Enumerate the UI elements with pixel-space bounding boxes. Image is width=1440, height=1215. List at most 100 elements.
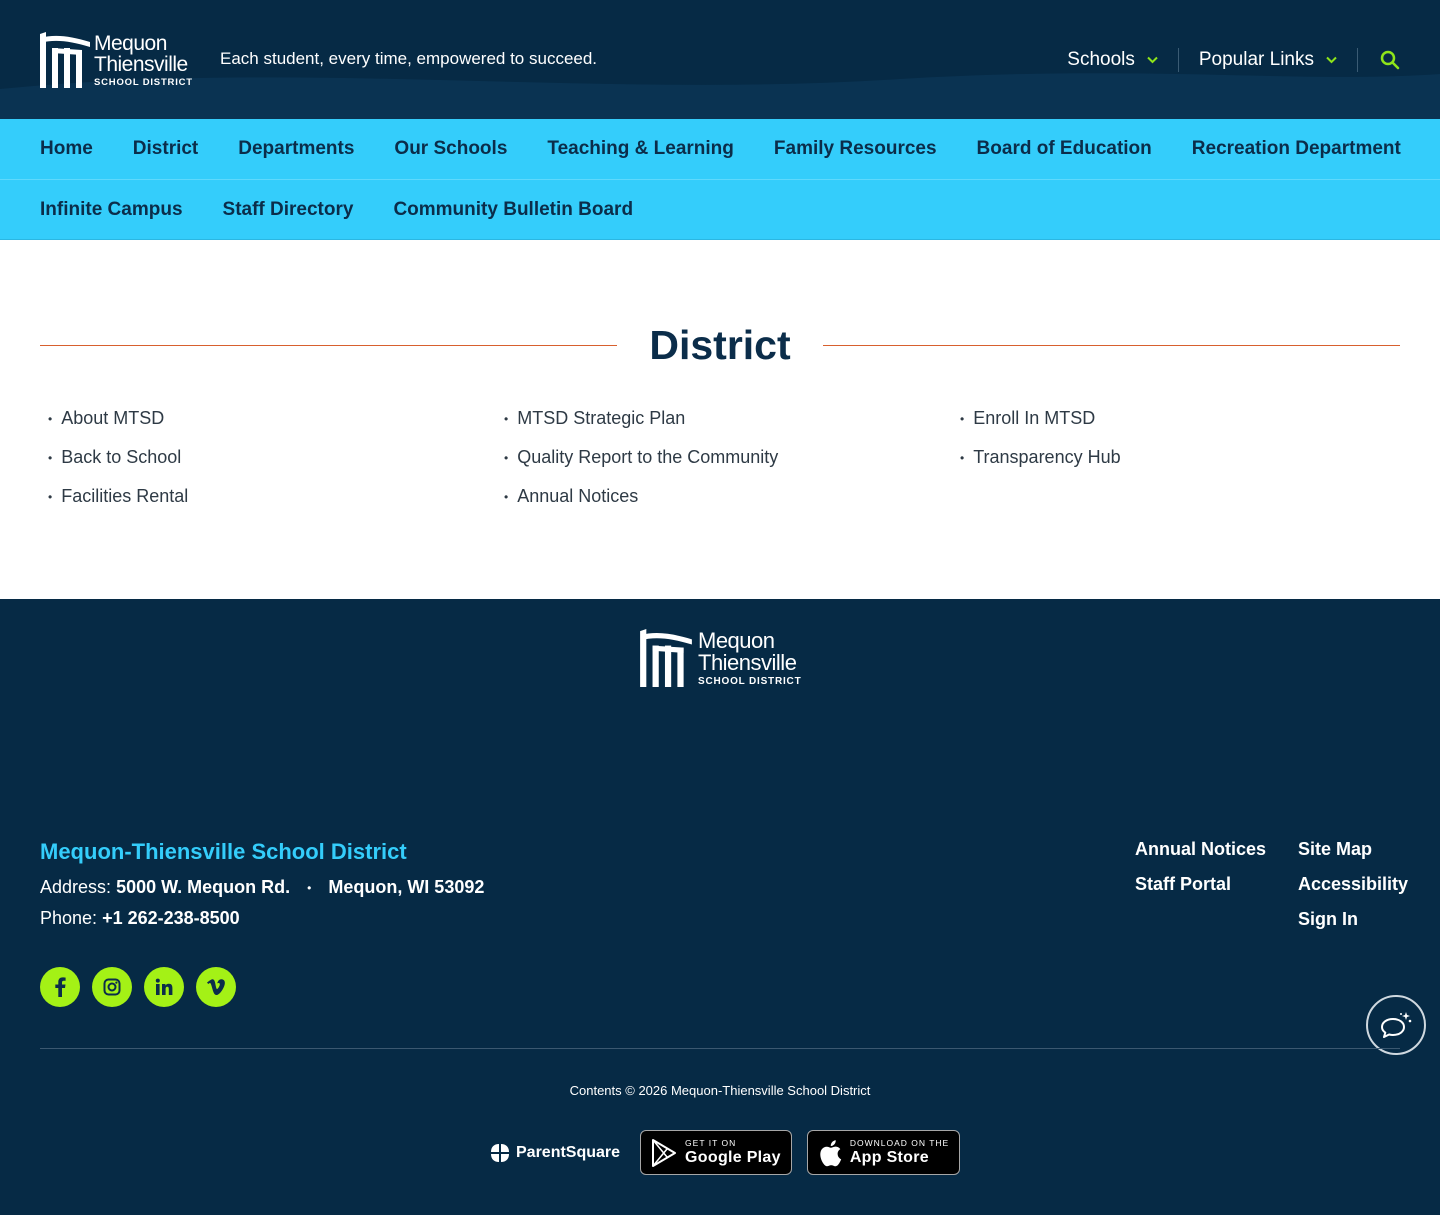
- utility-nav: Schools Popular Links: [1047, 44, 1400, 76]
- logo-wordmark: Mequon Thiensville SCHOOL DISTRICT: [94, 33, 193, 88]
- chat-sparkle-icon: [1381, 1012, 1412, 1038]
- footer-links: Annual Notices Site Map Staff Portal Acc…: [1135, 839, 1408, 930]
- logo-mark-icon: [640, 629, 692, 687]
- address-street[interactable]: 5000 W. Mequon Rd.: [116, 877, 290, 897]
- district-logo[interactable]: Mequon Thiensville SCHOOL DISTRICT: [40, 32, 193, 88]
- footer-logo-line-3: SCHOOL DISTRICT: [698, 675, 802, 687]
- bullet-icon: •: [48, 411, 53, 426]
- district-links-list: • About MTSD • MTSD Strategic Plan • Enroll…: [48, 406, 1418, 509]
- parentsquare-label: ParentSquare: [516, 1143, 621, 1161]
- linkedin-icon[interactable]: [144, 967, 184, 1007]
- parentsquare-link[interactable]: ParentSquare: [490, 1143, 620, 1163]
- link-about-mtsd[interactable]: About MTSD: [61, 408, 164, 429]
- tagline: Each student, every time, empowered to s…: [220, 49, 598, 68]
- link-facilities-rental[interactable]: Facilities Rental: [61, 486, 188, 507]
- social-links: [40, 967, 236, 1007]
- bullet-icon: •: [504, 411, 509, 426]
- phone-row: Phone: +1 262-238-8500: [40, 908, 484, 929]
- page-content: District • About MTSD • MTSD Strategic Pla…: [0, 240, 1440, 599]
- google-play-text: GET IT ON Google Play: [685, 1139, 781, 1166]
- footer-logo-line-2: Thiensville: [698, 649, 797, 675]
- popular-links-dropdown[interactable]: Popular Links: [1179, 44, 1357, 76]
- app-store-small: DOWNLOAD ON THE: [849, 1138, 950, 1149]
- logo-line-1: Mequon: [94, 31, 167, 55]
- schools-dropdown[interactable]: Schools: [1047, 44, 1178, 76]
- nav-infinite-campus[interactable]: Infinite Campus: [40, 199, 183, 221]
- list-item[interactable]: • Back to School: [48, 445, 504, 470]
- list-item[interactable]: • Facilities Rental: [48, 484, 504, 509]
- footer-org-name: Mequon-Thiensville School District: [40, 839, 407, 864]
- phone-label: Phone:: [40, 908, 98, 928]
- chat-button[interactable]: [1366, 995, 1426, 1055]
- bullet-icon: •: [960, 411, 965, 426]
- google-play-big: Google Play: [685, 1148, 781, 1166]
- bullet-icon: •: [504, 450, 509, 465]
- nav-community-bulletin-board[interactable]: Community Bulletin Board: [393, 199, 633, 221]
- nav-home[interactable]: Home: [40, 138, 93, 160]
- google-play-icon: [652, 1138, 677, 1167]
- bullet-icon: •: [960, 450, 965, 465]
- list-item[interactable]: • Annual Notices: [504, 484, 960, 509]
- apple-icon: [820, 1139, 842, 1166]
- phone-number[interactable]: +1 262-238-8500: [102, 908, 240, 928]
- address-row: Address: 5000 W. Mequon Rd. • Mequon, WI…: [40, 877, 484, 898]
- footer-logo-line-1: Mequon: [698, 627, 775, 653]
- bullet-icon: •: [48, 489, 53, 504]
- app-store-text: DOWNLOAD ON THE App Store: [850, 1139, 949, 1166]
- google-play-small: GET IT ON: [685, 1138, 737, 1149]
- site-footer: Mequon Thiensville SCHOOL DISTRICT Mequo…: [0, 599, 1440, 1215]
- footer-link-accessibility[interactable]: Accessibility: [1298, 874, 1408, 895]
- nav-departments[interactable]: Departments: [238, 138, 354, 160]
- footer-link-sign-in[interactable]: Sign In: [1298, 909, 1408, 930]
- nav-row-2: Infinite Campus Staff Directory Communit…: [0, 179, 1440, 239]
- google-play-badge[interactable]: GET IT ON Google Play: [640, 1130, 792, 1175]
- logo-line-3: SCHOOL DISTRICT: [94, 76, 193, 88]
- schools-label: Schools: [1067, 49, 1135, 70]
- list-item[interactable]: • MTSD Strategic Plan: [504, 406, 960, 431]
- contact-info: Mequon-Thiensville School District Addre…: [40, 839, 484, 939]
- footer-link-staff-portal[interactable]: Staff Portal: [1135, 874, 1298, 895]
- bullet-icon: •: [48, 450, 53, 465]
- app-store-badge[interactable]: DOWNLOAD ON THE App Store: [806, 1130, 961, 1175]
- address-label: Address:: [40, 877, 112, 897]
- bullet-icon: •: [307, 881, 312, 896]
- link-enroll[interactable]: Enroll In MTSD: [973, 408, 1095, 429]
- list-item[interactable]: • Enroll In MTSD: [960, 406, 1416, 431]
- footer-link-site-map[interactable]: Site Map: [1298, 839, 1408, 860]
- vimeo-icon[interactable]: [196, 967, 236, 1007]
- footer-link-spacer: [1135, 909, 1298, 930]
- footer-logo[interactable]: Mequon Thiensville SCHOOL DISTRICT: [640, 629, 801, 687]
- list-item[interactable]: • About MTSD: [48, 406, 504, 431]
- nav-staff-directory[interactable]: Staff Directory: [223, 199, 354, 221]
- search-icon: [1380, 50, 1400, 70]
- nav-board-of-education[interactable]: Board of Education: [977, 138, 1152, 160]
- nav-recreation-department[interactable]: Recreation Department: [1192, 138, 1401, 160]
- nav-teaching-learning[interactable]: Teaching & Learning: [547, 138, 734, 160]
- page-heading: District: [40, 320, 1401, 370]
- address-city[interactable]: Mequon, WI 53092: [328, 877, 484, 897]
- main-navigation: Home District Departments Our Schools Te…: [0, 119, 1440, 240]
- nav-family-resources[interactable]: Family Resources: [774, 138, 937, 160]
- site-header: Mequon Thiensville SCHOOL DISTRICT Each …: [0, 0, 1440, 119]
- heading-rule-right: [822, 344, 1401, 346]
- popular-links-label: Popular Links: [1198, 49, 1314, 70]
- link-strategic-plan[interactable]: MTSD Strategic Plan: [517, 408, 685, 429]
- link-back-to-school[interactable]: Back to School: [61, 447, 181, 468]
- link-quality-report[interactable]: Quality Report to the Community: [517, 447, 778, 468]
- nav-district[interactable]: District: [133, 138, 198, 160]
- list-item[interactable]: • Quality Report to the Community: [504, 445, 960, 470]
- link-annual-notices[interactable]: Annual Notices: [517, 486, 638, 507]
- footer-link-annual-notices[interactable]: Annual Notices: [1135, 839, 1298, 860]
- facebook-icon[interactable]: [40, 967, 80, 1007]
- app-links: ParentSquare GET IT ON Google Play DOWNL…: [490, 1130, 975, 1175]
- copyright-text: Contents © 2026 Mequon-Thiensville Schoo…: [569, 1083, 871, 1098]
- list-item[interactable]: • Transparency Hub: [960, 445, 1416, 470]
- instagram-icon[interactable]: [92, 967, 132, 1007]
- nav-our-schools[interactable]: Our Schools: [394, 138, 507, 160]
- link-transparency-hub[interactable]: Transparency Hub: [973, 447, 1120, 468]
- nav-row-1: Home District Departments Our Schools Te…: [0, 119, 1440, 179]
- bullet-icon: •: [504, 489, 509, 504]
- chevron-down-icon: [1326, 53, 1337, 67]
- footer-divider: [40, 1048, 1400, 1049]
- search-button[interactable]: [1358, 50, 1400, 70]
